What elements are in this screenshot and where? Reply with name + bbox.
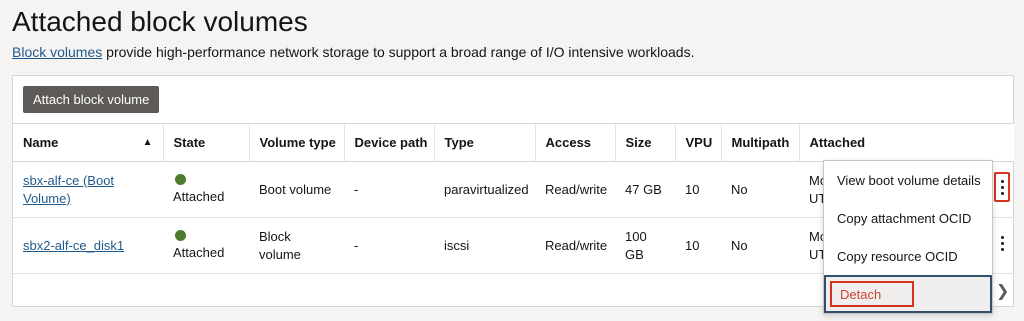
volume-type-cell: Boot volume [249,161,344,218]
column-header-access: Access [535,123,616,162]
vpu-cell: 10 [675,217,721,274]
column-header-type: Type [434,123,536,162]
volume-type-cell: Block volume [249,217,344,274]
attach-block-volume-button[interactable]: Attach block volume [23,86,160,113]
vpu-cell: 10 [675,161,721,218]
volume-name-link[interactable]: sbx2-alf-ce_disk1 [23,238,124,253]
column-header-name[interactable]: Name ▲ [13,123,164,162]
column-header-size: Size [615,123,676,162]
type-cell: paravirtualized [434,161,535,218]
column-header-volume-type: Volume type [249,123,345,162]
page-description: Block volumes provide high-performance n… [12,44,694,60]
size-cell: 100 GB [615,217,675,274]
column-header-attached: Attached [799,123,1014,162]
column-header-vpu: VPU [675,123,722,162]
page-title: Attached block volumes [12,6,308,37]
state-text: Attached [173,244,225,260]
row-actions-kebab-icon[interactable] [995,228,1009,258]
row-actions-kebab-icon[interactable] [994,172,1010,202]
state-attached-icon [175,229,186,241]
multipath-cell: No [721,161,799,218]
column-header-device-path: Device path [344,123,435,162]
chevron-right-icon[interactable]: ❯ [996,281,1009,301]
device-path-cell: - [344,217,434,274]
column-header-state: State [163,123,250,162]
menu-item-view-boot-volume-details[interactable]: View boot volume details [824,161,992,199]
access-cell: Read/write [535,217,615,274]
state-text: Attached [173,188,225,204]
column-header-multipath: Multipath [721,123,800,162]
menu-item-detach[interactable]: Detach [824,275,992,313]
menu-item-copy-attachment-ocid[interactable]: Copy attachment OCID [824,199,992,237]
row-actions-menu: View boot volume details Copy attachment… [823,160,993,314]
menu-item-copy-resource-ocid[interactable]: Copy resource OCID [824,237,992,275]
sort-ascending-icon[interactable]: ▲ [143,137,153,148]
device-path-cell: - [344,161,434,218]
type-cell: iscsi [434,217,535,274]
multipath-cell: No [721,217,799,274]
volume-name-link[interactable]: sbx-alf-ce (Boot Volume) [23,173,114,206]
block-volumes-link[interactable]: Block volumes [12,44,102,60]
detach-label: Detach [830,281,914,307]
description-text: provide high-performance network storage… [102,44,695,60]
access-cell: Read/write [535,161,615,218]
size-cell: 47 GB [615,161,675,218]
state-attached-icon [175,173,186,185]
table-header-row: Name ▲ State Volume type Device path Typ… [13,123,1014,162]
